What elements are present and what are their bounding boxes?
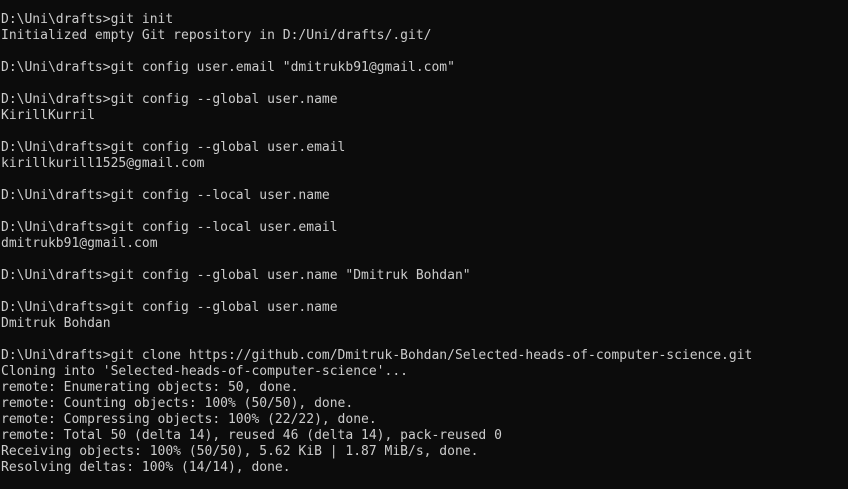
terminal-line: Resolving deltas: 100% (14/14), done. bbox=[1, 460, 291, 475]
terminal-line: D:\Uni\drafts>git clone https://github.c… bbox=[1, 348, 753, 363]
terminal-line: D:\Uni\drafts>git config --global user.n… bbox=[1, 268, 471, 283]
terminal-line: Cloning into 'Selected-heads-of-computer… bbox=[1, 364, 408, 379]
terminal-line: D:\Uni\drafts>git config --global user.n… bbox=[1, 300, 338, 315]
terminal-line: remote: Total 50 (delta 14), reused 46 (… bbox=[1, 428, 502, 443]
terminal-line: remote: Counting objects: 100% (50/50), … bbox=[1, 396, 354, 411]
terminal-line: KirillKurril bbox=[1, 108, 95, 123]
terminal-window[interactable]: D:\Uni\drafts>git init Initialized empty… bbox=[0, 0, 848, 489]
terminal-line: D:\Uni\drafts>git init bbox=[1, 12, 174, 27]
terminal-line: remote: Enumerating objects: 50, done. bbox=[1, 380, 299, 395]
terminal-line: remote: Compressing objects: 100% (22/22… bbox=[1, 412, 377, 427]
terminal-line: D:\Uni\drafts>git config --global user.n… bbox=[1, 92, 338, 107]
terminal-line: dmitrukb91@gmail.com bbox=[1, 236, 158, 251]
terminal-line: Dmitruk Bohdan bbox=[1, 316, 111, 331]
terminal-line: Receiving objects: 100% (50/50), 5.62 Ki… bbox=[1, 444, 479, 459]
terminal-line: D:\Uni\drafts>git config user.email "dmi… bbox=[1, 60, 455, 75]
terminal-line: Initialized empty Git repository in D:/U… bbox=[1, 28, 432, 43]
terminal-line: D:\Uni\drafts>git config --local user.em… bbox=[1, 220, 338, 235]
terminal-line: D:\Uni\drafts>git config --local user.na… bbox=[1, 188, 330, 203]
terminal-line: D:\Uni\drafts>git config --global user.e… bbox=[1, 140, 346, 155]
terminal-line: kirillkurill1525@gmail.com bbox=[1, 156, 205, 171]
